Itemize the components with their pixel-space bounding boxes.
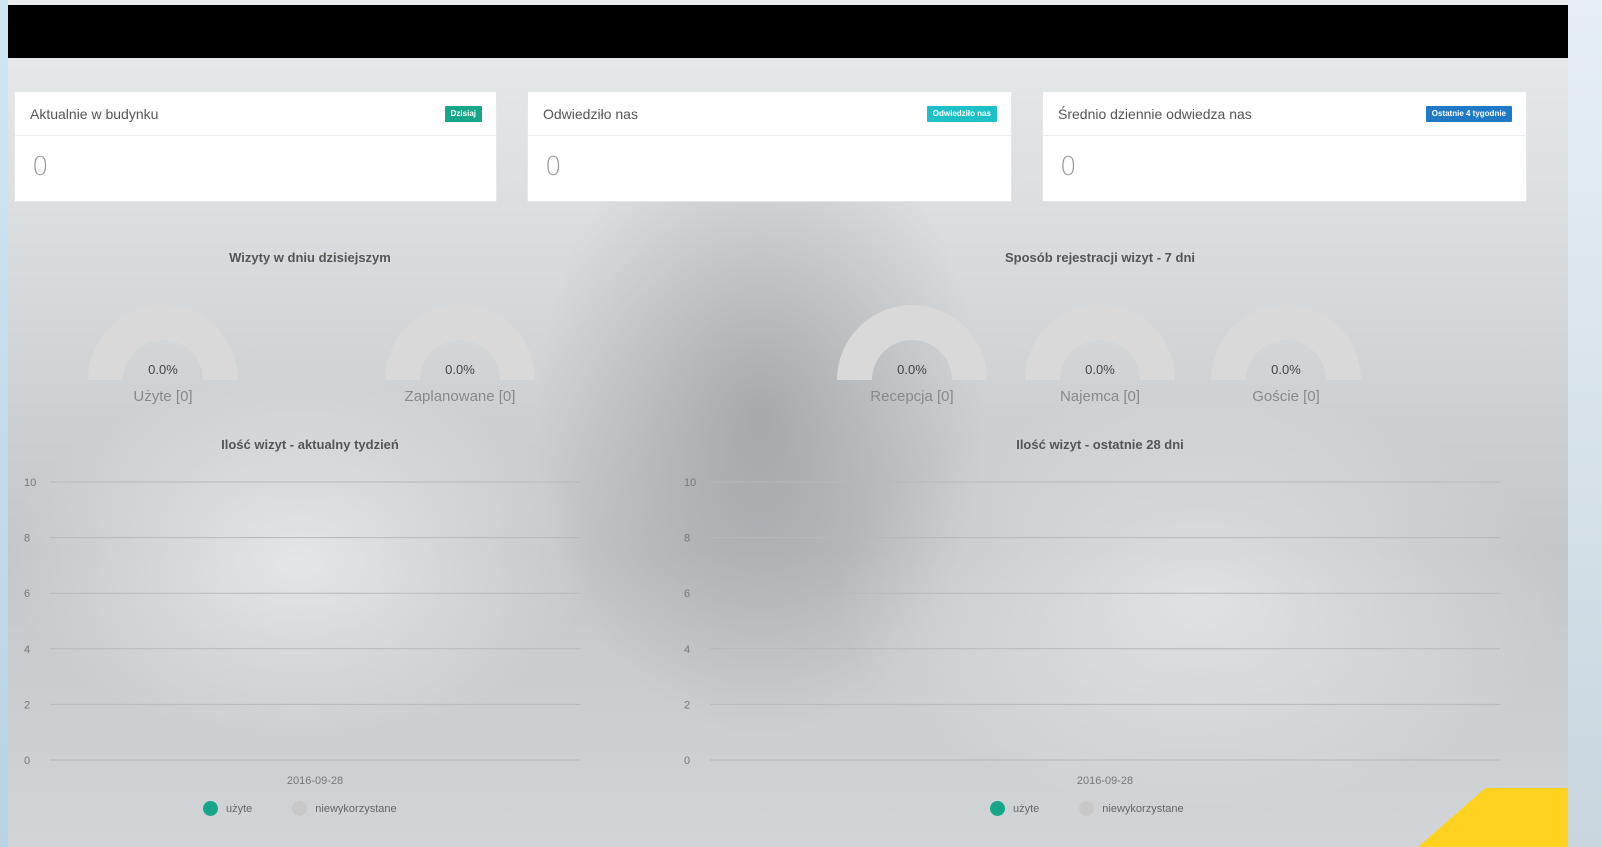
y-tick-label: 6 <box>24 588 30 600</box>
card-header: Średnio dziennie odwiedza nas Ostatnie 4… <box>1043 92 1526 136</box>
gauge-value: 0.0% <box>897 362 927 377</box>
legend-dot <box>203 801 218 816</box>
top-navbar <box>8 5 1568 58</box>
chart-28days-title: Ilość wizyt - ostatnie 28 dni <box>1016 437 1184 452</box>
legend-item-used[interactable]: użyte <box>990 801 1039 816</box>
gauge-value: 0.0% <box>148 362 178 377</box>
card-value: 0 <box>32 152 49 182</box>
legend-label: użyte <box>226 802 253 815</box>
visits-today-title: Wizyty w dniu dzisiejszym <box>229 250 391 265</box>
gauge-label: Zaplanowane [0] <box>404 388 516 405</box>
legend-item-unused[interactable]: niewykorzystane <box>292 801 397 816</box>
gauge-label: Goście [0] <box>1252 388 1320 405</box>
chart-week-title: Ilość wizyt - aktualny tydzień <box>221 437 399 452</box>
card-title: Średnio dziennie odwiedza nas <box>1058 105 1252 122</box>
y-tick-label: 0 <box>684 755 690 767</box>
y-tick-label: 8 <box>24 533 30 545</box>
card-title: Odwiedziło nas <box>543 105 638 122</box>
y-tick-label: 2 <box>24 699 30 711</box>
card-visited-us: Odwiedziło nas Odwiedziło nas 0 <box>527 91 1012 202</box>
card-header: Aktualnie w budynku Dzisiaj <box>15 92 496 136</box>
chart-28days-legend: użyte niewykorzystane <box>990 801 1224 816</box>
legend-dot <box>990 801 1005 816</box>
chart-svg: 0 2 4 6 8 10 2016-09-28 <box>24 477 580 787</box>
card-badge: Ostatnie 4 tygodnie <box>1425 105 1512 122</box>
y-tick-label: 0 <box>24 755 30 767</box>
x-tick-label: 2016-09-28 <box>287 775 343 787</box>
line-chart-28days: 0 2 4 6 8 10 2016-09-28 <box>660 470 1520 790</box>
right-edge <box>1568 0 1602 847</box>
gauge-label: Użyte [0] <box>133 388 193 405</box>
card-badge: Odwiedziło nas <box>926 105 997 122</box>
gauge-value: 0.0% <box>1085 362 1115 377</box>
legend-label: użyte <box>1013 802 1040 815</box>
y-tick-label: 6 <box>684 588 690 600</box>
card-value: 0 <box>545 152 562 182</box>
legend-label: niewykorzystane <box>315 802 397 815</box>
gauge-value: 0.0% <box>445 362 475 377</box>
card-badge: Dzisiaj <box>444 105 482 122</box>
legend-item-unused[interactable]: niewykorzystane <box>1079 801 1184 816</box>
chart-week-legend: użyte niewykorzystane <box>203 801 437 816</box>
gauge-tenant: 0.0% Najemca [0] <box>1020 300 1180 410</box>
y-tick-label: 4 <box>24 644 30 656</box>
gauge-used: 0.0% Użyte [0] <box>83 300 243 410</box>
y-tick-label: 4 <box>684 644 690 656</box>
card-currently-in-building: Aktualnie w budynku Dzisiaj 0 <box>14 91 497 202</box>
y-tick-label: 10 <box>684 477 696 489</box>
card-daily-average: Średnio dziennie odwiedza nas Ostatnie 4… <box>1042 91 1527 202</box>
legend-dot <box>1079 801 1095 816</box>
gauge-guests: 0.0% Goście [0] <box>1206 300 1366 410</box>
y-tick-label: 10 <box>24 477 36 489</box>
y-tick-label: 2 <box>684 699 690 711</box>
y-tick-label: 8 <box>684 533 690 545</box>
legend-item-used[interactable]: użyte <box>203 801 252 816</box>
legend-label: niewykorzystane <box>1102 802 1184 815</box>
chart-svg: 0 2 4 6 8 10 2016-09-28 <box>684 477 1500 787</box>
gauge-value: 0.0% <box>1271 362 1301 377</box>
gauge-reception: 0.0% Recepcja [0] <box>832 300 992 410</box>
x-tick-label: 2016-09-28 <box>1077 775 1133 787</box>
line-chart-week: 0 2 4 6 8 10 2016-09-28 <box>0 470 600 790</box>
gauge-planned: 0.0% Zaplanowane [0] <box>380 300 540 410</box>
registration-method-title: Sposób rejestracji wizyt - 7 dni <box>1005 250 1195 265</box>
legend-dot <box>292 801 308 816</box>
card-title: Aktualnie w budynku <box>30 105 159 122</box>
card-value: 0 <box>1060 152 1077 182</box>
card-header: Odwiedziło nas Odwiedziło nas <box>528 92 1011 136</box>
